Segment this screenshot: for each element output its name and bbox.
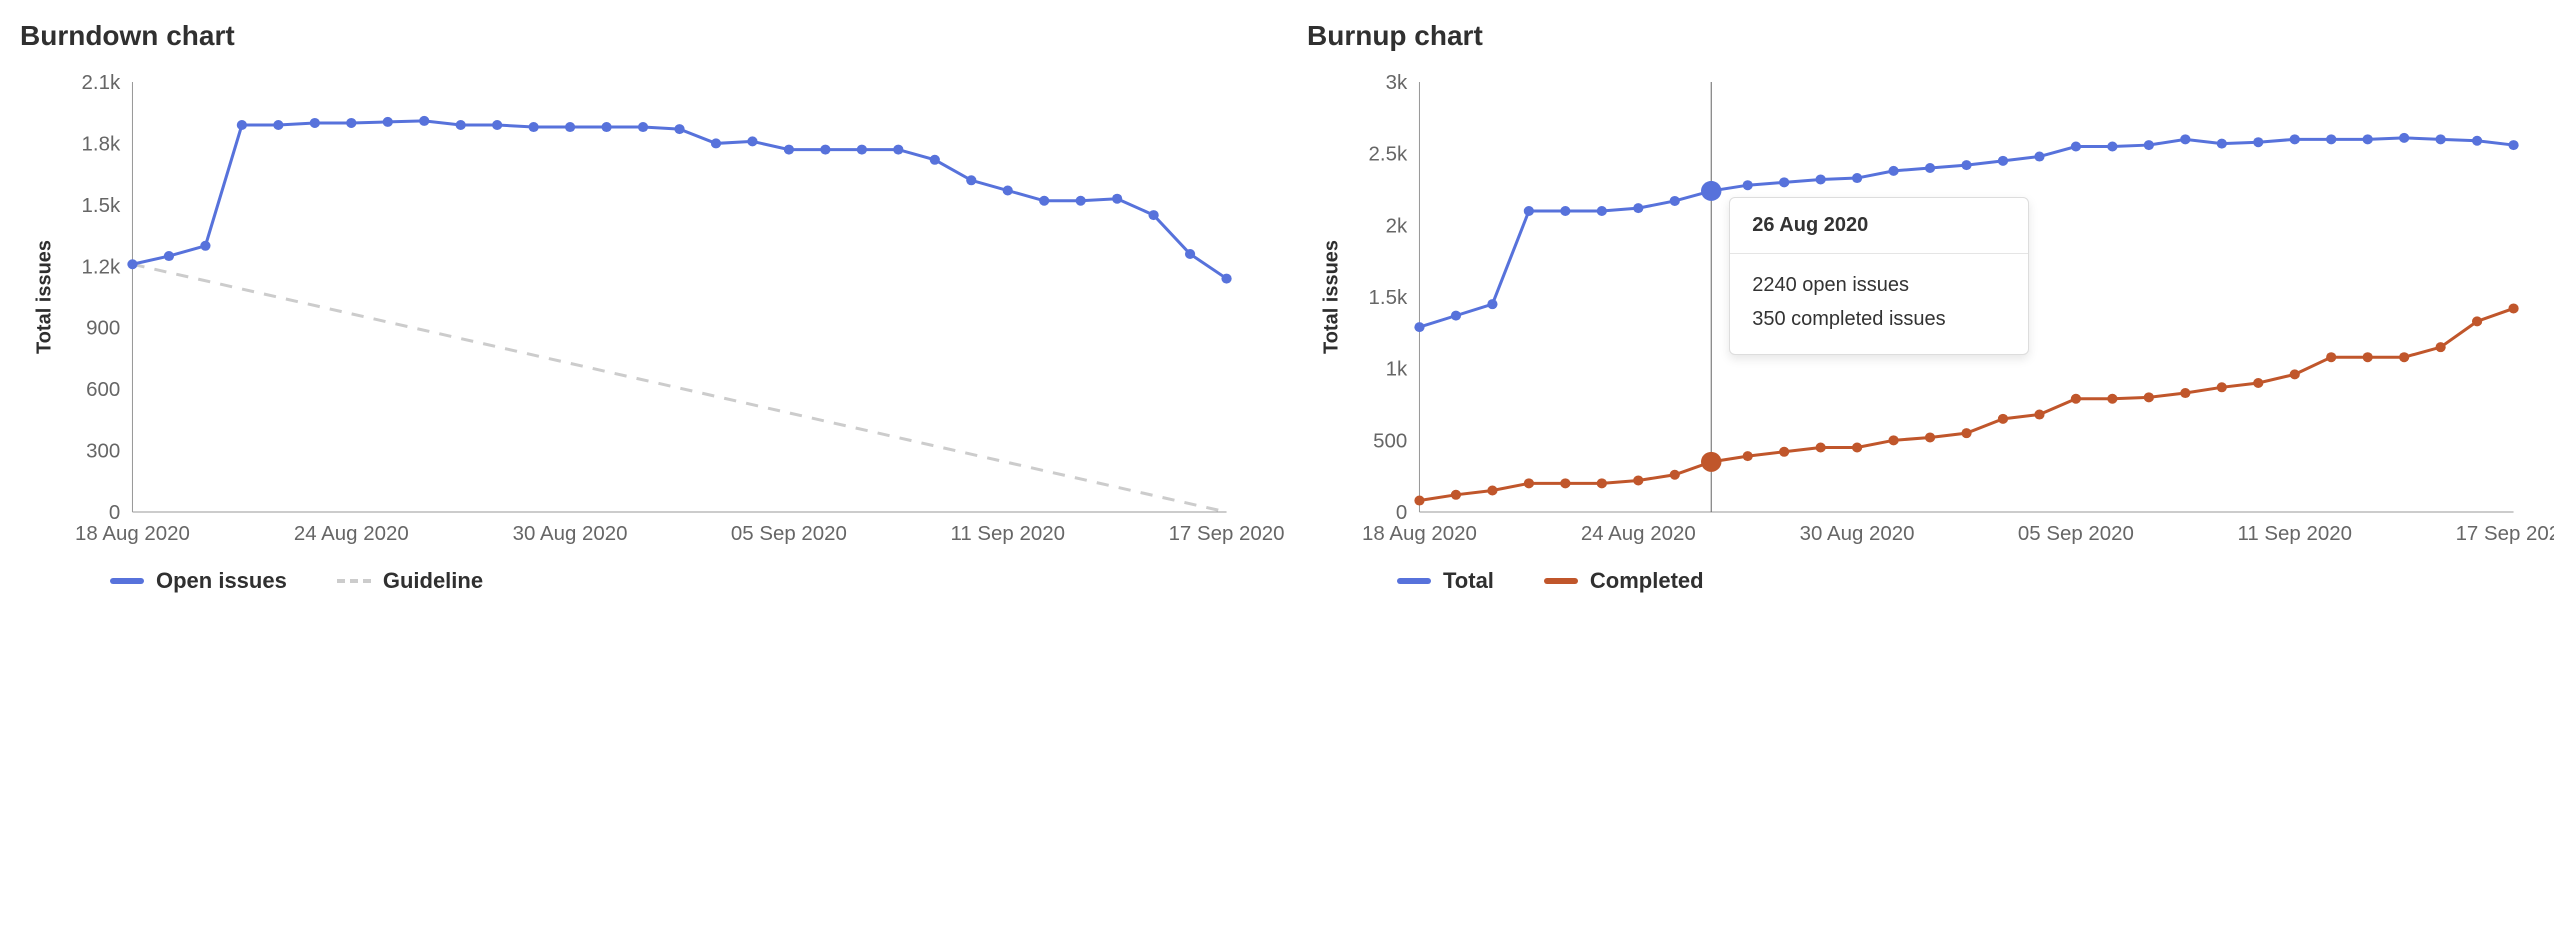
- svg-text:900: 900: [86, 318, 120, 340]
- svg-text:1.8k: 1.8k: [82, 134, 122, 156]
- svg-text:05 Sep 2020: 05 Sep 2020: [2018, 523, 2134, 545]
- burndown-chart[interactable]: 0 300 600 900 1.2k 1.5k 1.8k 2.1k 18 Aug 2020 24 …: [20, 72, 1247, 552]
- svg-text:3k: 3k: [1386, 72, 1408, 94]
- burnup-chart[interactable]: 0 500 1k 1.5k 2k 2.5k 3k 18 Aug 2020 24 Aug 2020…: [1307, 72, 2534, 552]
- svg-text:17 Sep 2020: 17 Sep 2020: [2456, 523, 2554, 545]
- legend-open-issues[interactable]: Open issues: [110, 568, 287, 594]
- svg-text:1.2k: 1.2k: [82, 256, 122, 278]
- svg-text:Total issues: Total issues: [33, 240, 55, 354]
- svg-text:300: 300: [86, 441, 120, 463]
- tooltip-date: 26 Aug 2020: [1730, 198, 2028, 254]
- svg-text:2k: 2k: [1386, 216, 1408, 238]
- burnup-panel: Burnup chart 0 500 1k 1.5k 2k 2.5k 3k 18 Aug 20…: [1307, 20, 2534, 594]
- legend-swatch-guideline: [337, 579, 371, 583]
- legend-guideline[interactable]: Guideline: [337, 568, 483, 594]
- svg-text:Total issues: Total issues: [1320, 240, 1342, 354]
- svg-text:2.5k: 2.5k: [1369, 144, 1409, 166]
- legend-total[interactable]: Total: [1397, 568, 1494, 594]
- tooltip-open-issues: 2240 open issues: [1752, 268, 2006, 302]
- svg-text:500: 500: [1373, 431, 1407, 453]
- svg-text:17 Sep 2020: 17 Sep 2020: [1169, 523, 1285, 545]
- svg-text:24 Aug 2020: 24 Aug 2020: [294, 523, 409, 545]
- legend-completed[interactable]: Completed: [1544, 568, 1704, 594]
- legend-label-total: Total: [1443, 568, 1494, 594]
- legend-label-guideline: Guideline: [383, 568, 483, 594]
- legend-swatch-open: [110, 578, 144, 584]
- tooltip-completed-issues: 350 completed issues: [1752, 302, 2006, 336]
- legend-swatch-completed: [1544, 578, 1578, 584]
- svg-text:18 Aug 2020: 18 Aug 2020: [75, 523, 190, 545]
- legend-label-open: Open issues: [156, 568, 287, 594]
- legend-swatch-total: [1397, 578, 1431, 584]
- svg-text:1.5k: 1.5k: [82, 195, 122, 217]
- burnup-title: Burnup chart: [1307, 20, 2534, 52]
- svg-text:2.1k: 2.1k: [82, 72, 122, 94]
- svg-text:0: 0: [1396, 502, 1407, 524]
- svg-text:18 Aug 2020: 18 Aug 2020: [1362, 523, 1477, 545]
- svg-text:1.5k: 1.5k: [1369, 287, 1409, 309]
- svg-text:05 Sep 2020: 05 Sep 2020: [731, 523, 847, 545]
- legend-label-completed: Completed: [1590, 568, 1704, 594]
- svg-text:11 Sep 2020: 11 Sep 2020: [951, 523, 1065, 545]
- svg-text:30 Aug 2020: 30 Aug 2020: [513, 523, 628, 545]
- svg-text:11 Sep 2020: 11 Sep 2020: [2238, 523, 2352, 545]
- burnup-legend: Total Completed: [1397, 568, 2534, 594]
- svg-text:600: 600: [86, 379, 120, 401]
- burndown-panel: Burndown chart 0 300 600 900 1.2k 1.5k 1.8k 2.1…: [20, 20, 1247, 594]
- svg-text:1k: 1k: [1386, 359, 1408, 381]
- svg-text:24 Aug 2020: 24 Aug 2020: [1581, 523, 1696, 545]
- burndown-title: Burndown chart: [20, 20, 1247, 52]
- svg-text:30 Aug 2020: 30 Aug 2020: [1800, 523, 1915, 545]
- burndown-legend: Open issues Guideline: [110, 568, 1247, 594]
- chart-tooltip: 26 Aug 2020 2240 open issues 350 complet…: [1729, 197, 2029, 355]
- svg-text:0: 0: [109, 502, 120, 524]
